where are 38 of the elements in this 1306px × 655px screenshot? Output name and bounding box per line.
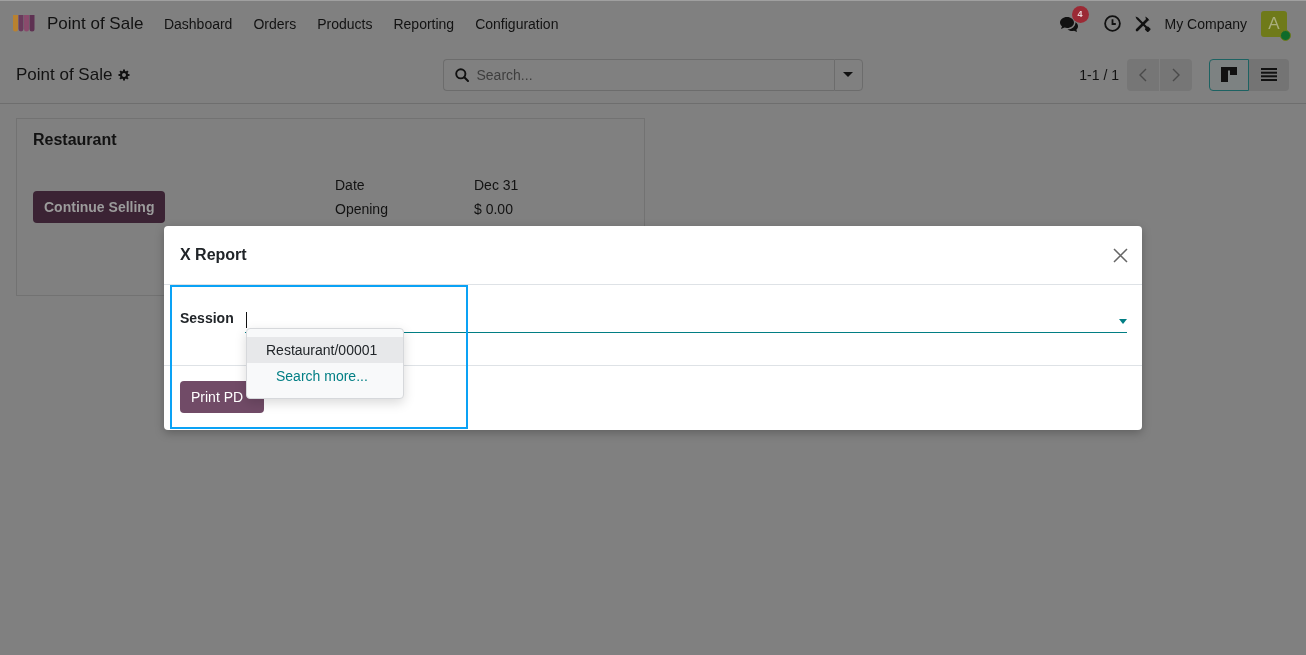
dialog-title: X Report (180, 246, 247, 264)
chevron-right-icon (1172, 67, 1180, 82)
continue-selling-button[interactable]: Continue Selling (33, 191, 166, 223)
close-icon (1113, 247, 1128, 263)
dropdown-caret-icon (1119, 319, 1127, 324)
close-button[interactable] (1113, 247, 1128, 263)
caret-down-icon (843, 72, 853, 77)
chat-icon[interactable] (1058, 15, 1078, 32)
message-count-badge: 4 (1071, 5, 1089, 23)
search-icon (454, 67, 469, 82)
kanban-view-button[interactable] (1209, 58, 1249, 91)
field-label: Session (180, 309, 235, 328)
company-switcher[interactable]: My Company (1164, 15, 1247, 32)
list-icon (1261, 68, 1277, 81)
text-cursor-icon (246, 312, 247, 328)
tools-icon[interactable] (1133, 15, 1151, 32)
chevron-left-icon (1139, 67, 1147, 82)
pager-counter: 1-1 / 1 (1079, 66, 1119, 83)
kanban-icon (1221, 67, 1237, 82)
app-logo-icon[interactable] (12, 13, 36, 34)
dropdown-option[interactable]: Restaurant/00001 (247, 337, 403, 363)
app-name[interactable]: Point of Sale (47, 13, 144, 34)
menu-item[interactable]: Configuration (464, 13, 569, 34)
card-title: Restaurant (33, 130, 118, 150)
stat-value: $ 0.00 (474, 200, 514, 219)
search-options-toggle[interactable] (833, 58, 863, 91)
clock-icon[interactable] (1103, 15, 1121, 32)
stat-label: Opening (335, 200, 389, 219)
menu-item[interactable]: Reporting (382, 13, 465, 34)
stat-label: Date (335, 176, 366, 195)
search-field[interactable]: Search... (442, 58, 834, 91)
menu-item[interactable]: Products (306, 13, 383, 34)
breadcrumb-title: Point of Sale (16, 64, 113, 85)
stat-value: Dec 31 (474, 176, 519, 195)
menu-item[interactable]: Dashboard (153, 13, 243, 34)
settings-icon[interactable] (118, 68, 131, 81)
menu-item[interactable]: Orders (242, 13, 307, 34)
list-view-button[interactable] (1249, 58, 1289, 91)
